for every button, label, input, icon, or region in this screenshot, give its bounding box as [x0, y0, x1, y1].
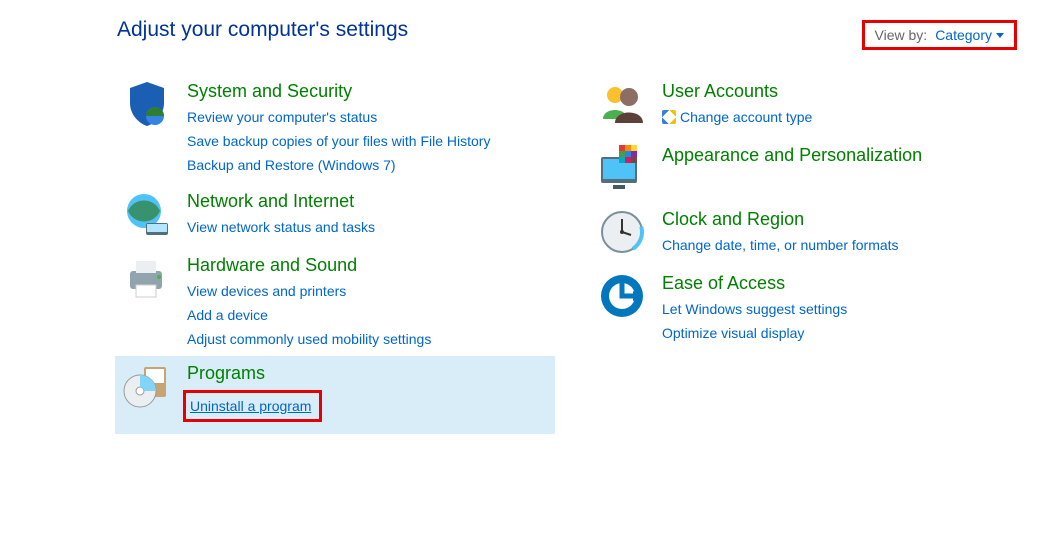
category-link[interactable]: Save backup copies of your files with Fi…: [187, 130, 490, 152]
category-link[interactable]: Change date, time, or number formats: [662, 234, 899, 256]
category-link[interactable]: Optimize visual display: [662, 322, 847, 344]
category-link[interactable]: Let Windows suggest settings: [662, 298, 847, 320]
category-title[interactable]: System and Security: [187, 78, 490, 104]
disc-box-icon: [121, 360, 173, 412]
category-clock-region: Clock and Region Change date, time, or n…: [590, 200, 1010, 264]
category-hardware: Hardware and Sound View devices and prin…: [115, 246, 555, 356]
globe-network-icon: [121, 188, 173, 240]
category-user-accounts: User Accounts Change account type: [590, 72, 1010, 136]
category-network: Network and Internet View network status…: [115, 182, 555, 246]
category-title[interactable]: User Accounts: [662, 78, 812, 104]
category-title[interactable]: Programs: [187, 360, 322, 386]
category-ease-of-access: Ease of Access Let Windows suggest setti…: [590, 264, 1010, 350]
chevron-down-icon: [996, 33, 1004, 38]
category-link[interactable]: Review your computer's status: [187, 106, 490, 128]
category-appearance: Appearance and Personalization: [590, 136, 1010, 200]
viewby-value: Category: [935, 27, 992, 43]
category-link[interactable]: Change account type: [662, 106, 812, 128]
category-title[interactable]: Ease of Access: [662, 270, 847, 296]
category-link[interactable]: View devices and printers: [187, 280, 431, 302]
shield-icon: [121, 78, 173, 130]
category-title[interactable]: Appearance and Personalization: [662, 142, 922, 168]
category-system-security: System and Security Review your computer…: [115, 72, 555, 182]
category-link[interactable]: Adjust commonly used mobility settings: [187, 328, 431, 350]
monitor-colors-icon: [596, 142, 648, 194]
category-title[interactable]: Network and Internet: [187, 188, 375, 214]
category-title[interactable]: Hardware and Sound: [187, 252, 431, 278]
uninstall-program-link[interactable]: Uninstall a program: [190, 398, 311, 414]
category-title[interactable]: Clock and Region: [662, 206, 899, 232]
category-link[interactable]: Backup and Restore (Windows 7): [187, 154, 490, 176]
clock-globe-icon: [596, 206, 648, 258]
ease-access-icon: [596, 270, 648, 322]
uninstall-highlight: Uninstall a program: [183, 390, 322, 422]
viewby-label: View by:: [875, 27, 928, 43]
people-icon: [596, 78, 648, 130]
category-link[interactable]: Add a device: [187, 304, 431, 326]
category-link[interactable]: View network status and tasks: [187, 216, 375, 238]
viewby-highlight: View by: Category: [862, 20, 1017, 50]
category-programs: Programs Uninstall a program: [115, 356, 555, 434]
page-title: Adjust your computer's settings: [117, 18, 408, 42]
printer-icon: [121, 252, 173, 304]
viewby-dropdown[interactable]: Category: [935, 27, 1004, 43]
